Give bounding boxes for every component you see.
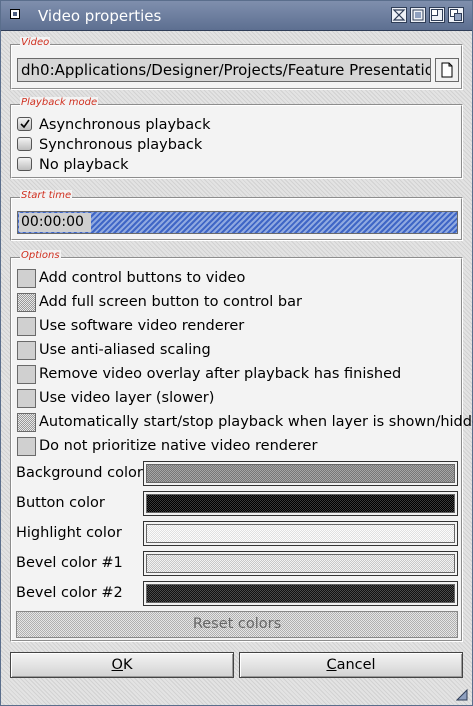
start-time-slider[interactable]: 00:00:00 xyxy=(17,211,458,234)
document-icon xyxy=(441,62,453,78)
checkbox-indicator-disabled[interactable] xyxy=(17,293,36,312)
zoom-icon[interactable] xyxy=(429,7,445,23)
highlight-color-swatch[interactable] xyxy=(143,521,458,546)
checkbox-label: Use software video renderer xyxy=(39,318,245,334)
window-title: Video properties xyxy=(38,7,162,25)
highlight-color-label: Highlight color xyxy=(16,525,122,541)
bevel-color-1-label: Bevel color #1 xyxy=(16,555,123,571)
background-color-swatch[interactable] xyxy=(143,461,458,486)
swatch-fill xyxy=(146,584,455,603)
options-group: Options Add control buttons to video Add… xyxy=(10,250,473,642)
checkbox-indicator[interactable] xyxy=(17,341,36,360)
cancel-button-label: ancel xyxy=(336,657,376,673)
radio-label: No playback xyxy=(39,157,129,173)
background-color-label: Background color xyxy=(16,465,143,481)
checkbox-label: Use anti-aliased scaling xyxy=(39,342,211,358)
start-time-value[interactable]: 00:00:00 xyxy=(19,213,91,232)
button-color-label: Button color xyxy=(16,495,105,511)
reset-colors-button[interactable]: Reset colors xyxy=(16,611,458,638)
swatch-fill xyxy=(146,464,455,483)
radio-label: Synchronous playback xyxy=(39,137,203,153)
cancel-button-mnemonic: C xyxy=(326,657,337,673)
ok-button-label: K xyxy=(122,657,133,673)
start-time-group: Start time 00:00:00 xyxy=(10,190,463,241)
video-group-label: Video xyxy=(20,37,51,49)
bevel-color-2-label: Bevel color #2 xyxy=(16,585,123,601)
playback-mode-group: Playback mode Asynchronous playback Sync… xyxy=(10,97,463,179)
cancel-button[interactable]: Cancel xyxy=(239,652,463,678)
checkbox-indicator[interactable] xyxy=(17,365,36,384)
checkbox-indicator[interactable] xyxy=(17,437,36,456)
checkbox-label: Add control buttons to video xyxy=(39,270,246,286)
file-requester-button[interactable] xyxy=(435,58,459,82)
checkbox-indicator[interactable] xyxy=(17,269,36,288)
swatch-fill xyxy=(146,494,455,513)
snapshot-icon[interactable] xyxy=(410,7,426,23)
button-color-swatch[interactable] xyxy=(143,491,458,516)
playback-group-label: Playback mode xyxy=(20,97,99,109)
radio-indicator[interactable] xyxy=(17,157,32,171)
checkbox-label: Add full screen button to control bar xyxy=(39,294,302,310)
resize-icon[interactable] xyxy=(455,688,468,701)
options-group-label: Options xyxy=(20,250,61,262)
bevel-color-2-swatch[interactable] xyxy=(143,581,458,606)
depth-icon[interactable] xyxy=(448,7,464,23)
checkmark-icon xyxy=(20,119,30,129)
checkbox-label: Remove video overlay after playback has … xyxy=(39,366,402,382)
checkbox-label: Do not prioritize native video renderer xyxy=(39,438,318,454)
ok-button-mnemonic: O xyxy=(111,657,123,673)
swatch-fill xyxy=(146,554,455,573)
checkbox-label: Automatically start/stop playback when l… xyxy=(39,414,473,430)
video-path-field[interactable]: dh0:Applications/Designer/Projects/Featu… xyxy=(17,58,431,82)
radio-checked-indicator[interactable] xyxy=(17,117,32,131)
swatch-fill xyxy=(146,524,455,543)
checkbox-label: Use video layer (slower) xyxy=(39,390,215,406)
video-properties-window: Video properties Video dh0:Applications/… xyxy=(0,0,473,706)
checkbox-indicator[interactable] xyxy=(17,317,36,336)
video-group: Video dh0:Applications/Designer/Projects… xyxy=(10,37,463,90)
checkbox-indicator[interactable] xyxy=(17,389,36,408)
iconify-icon[interactable] xyxy=(391,7,407,23)
start-time-group-label: Start time xyxy=(20,190,73,202)
title-bar[interactable]: Video properties xyxy=(1,1,472,31)
radio-indicator[interactable] xyxy=(17,137,32,151)
ok-button[interactable]: OK xyxy=(10,652,234,678)
bevel-color-1-swatch[interactable] xyxy=(143,551,458,576)
checkbox-indicator-disabled[interactable] xyxy=(17,413,36,432)
radio-label: Asynchronous playback xyxy=(39,117,211,133)
close-gadget[interactable] xyxy=(10,9,20,19)
